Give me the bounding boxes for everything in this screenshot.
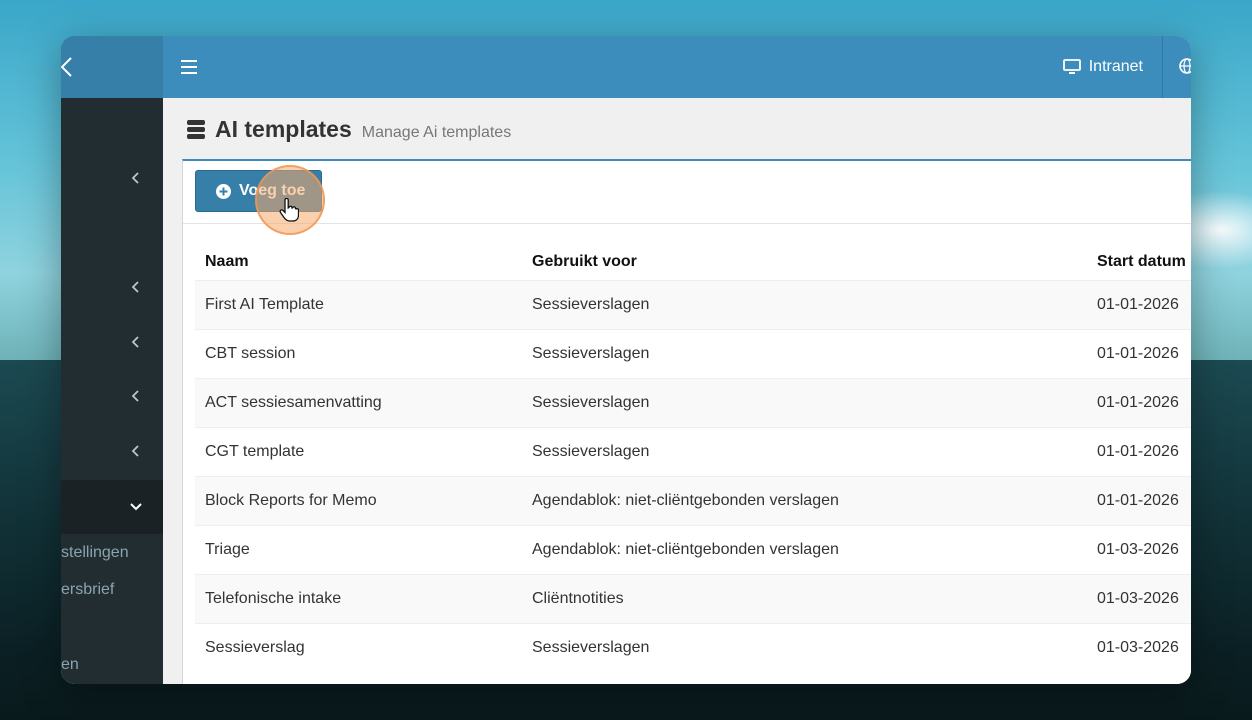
globe-icon[interactable] — [1179, 58, 1191, 74]
table-cell: CGT template — [205, 443, 305, 460]
chevron-down-icon — [130, 503, 142, 511]
table-row[interactable]: ACT sessiesamenvatting Sessieverslagen 01-… — [195, 378, 1191, 427]
page-header: AI templates Manage Ai templates — [187, 116, 511, 143]
plus-circle-icon — [216, 183, 231, 199]
table-cell: Sessieverslagen — [532, 639, 650, 656]
table-cell: Sessieverslagen — [532, 296, 650, 313]
chevron-left-icon — [131, 390, 139, 402]
table-body: First AI Template Sessieverslagen 01-01-20… — [195, 280, 1191, 672]
table-cell: 01-03-2026 — [1097, 590, 1179, 607]
table-cell: Sessieverslagen — [532, 443, 650, 460]
add-button[interactable]: Voeg toe — [195, 170, 323, 212]
table-row[interactable]: CGT template Sessieverslagen 01-01-2026 — [195, 427, 1191, 476]
table-cell: Block Reports for Memo — [205, 492, 377, 509]
sidebar-item-active[interactable] — [61, 480, 163, 534]
sidebar-subitem[interactable]: stellingen — [61, 544, 129, 562]
templates-table: Naam Gebruikt voor Start datum First AI … — [195, 223, 1191, 672]
table-cell: Sessieverslagen — [532, 345, 650, 362]
sidebar-subitem[interactable]: en — [61, 656, 79, 674]
table-cell: Telefonische intake — [205, 590, 342, 607]
table-row[interactable]: Telefonische intake Cliëntnotities 01-03-2… — [195, 574, 1191, 623]
box-header: Voeg toe — [183, 161, 1191, 235]
topbar: Intranet — [163, 36, 1191, 98]
table-cell: 01-01-2026 — [1097, 345, 1179, 362]
hamburger-menu-icon[interactable] — [181, 60, 197, 74]
sidebar-item[interactable] — [61, 426, 163, 480]
monitor-icon — [1062, 59, 1081, 74]
table-header: Naam Gebruikt voor Start datum — [195, 223, 1191, 280]
table-cell: First AI Template — [205, 296, 324, 313]
sidebar-item[interactable] — [61, 371, 163, 425]
table-cell: Sessieverslagen — [532, 394, 650, 411]
database-icon — [187, 119, 205, 139]
intranet-link[interactable]: Intranet — [1062, 36, 1143, 98]
table-cell: ACT sessiesamenvatting — [205, 394, 382, 411]
table-cell: Triage — [205, 541, 250, 558]
main-content: AI templates Manage Ai templates Voeg to… — [163, 98, 1191, 684]
add-button-label: Voeg toe — [239, 182, 306, 199]
table-row[interactable]: Sessieverslag Sessieverslagen 01-03-2026 — [195, 623, 1191, 672]
app-window: stellingen ersbrief en Intranet AI templ… — [61, 36, 1191, 684]
intranet-label: Intranet — [1088, 58, 1143, 75]
table-cell: CBT session — [205, 345, 296, 362]
table-row[interactable]: CBT session Sessieverslagen 01-01-2026 — [195, 329, 1191, 378]
sidebar-subitem[interactable]: ersbrief — [61, 581, 114, 599]
sidebar-item[interactable] — [61, 317, 163, 371]
table-row[interactable]: Block Reports for Memo Agendablok: niet-c… — [195, 476, 1191, 525]
topbar-divider — [1162, 36, 1163, 98]
chevron-left-icon — [131, 281, 139, 293]
chevron-left-icon — [131, 172, 139, 184]
sidebar: stellingen ersbrief en — [61, 36, 163, 684]
templates-box: Voeg toe Naam Gebruikt voor Start datum … — [182, 159, 1191, 684]
chevron-left-icon[interactable] — [61, 56, 77, 78]
table-cell: Agendablok: niet-cliëntgebonden verslage… — [532, 541, 839, 558]
sidebar-header — [61, 36, 163, 98]
chevron-left-icon — [131, 445, 139, 457]
table-row[interactable]: First AI Template Sessieverslagen 01-01-20… — [195, 280, 1191, 329]
table-cell: 01-01-2026 — [1097, 296, 1179, 313]
page-title: AI templates — [215, 116, 352, 142]
table-cell: Cliëntnotities — [532, 590, 624, 607]
table-cell: 01-03-2026 — [1097, 541, 1179, 558]
table-cell: Sessieverslag — [205, 639, 305, 656]
table-row[interactable]: Triage Agendablok: niet-cliëntgebonden ve… — [195, 525, 1191, 574]
page-subtitle: Manage Ai templates — [361, 124, 512, 141]
chevron-left-icon — [131, 336, 139, 348]
table-cell: 01-01-2026 — [1097, 394, 1179, 411]
table-cell: 01-01-2026 — [1097, 492, 1179, 509]
table-cell: 01-03-2026 — [1097, 639, 1179, 656]
table-cell: 01-01-2026 — [1097, 443, 1179, 460]
sidebar-item[interactable] — [61, 153, 163, 207]
sidebar-item[interactable] — [61, 262, 163, 316]
table-cell: Agendablok: niet-cliëntgebonden verslage… — [532, 492, 839, 509]
